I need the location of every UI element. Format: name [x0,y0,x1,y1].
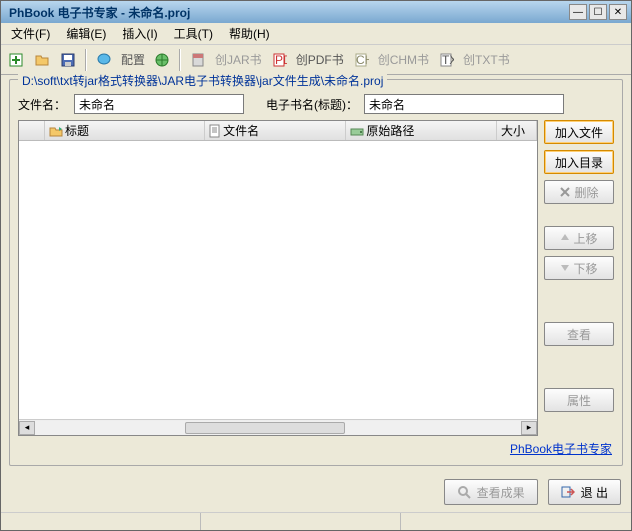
exit-button[interactable]: 退 出 [548,479,621,505]
config-label[interactable]: 配置 [119,51,147,68]
move-down-button[interactable]: 下移 [544,256,614,280]
new-button[interactable] [5,49,27,71]
chm-icon[interactable]: CHM [350,49,372,71]
down-arrow-icon [560,263,570,273]
preview-button[interactable]: 查看 [544,322,614,346]
window-controls: — ☐ ✕ [569,4,627,20]
create-jar-label[interactable]: 创JAR书 [213,51,264,68]
side-buttons: 加入文件 加入目录 删除 上移 下移 [544,120,614,436]
menu-tools[interactable]: 工具(T) [168,23,219,44]
table-header: 标题 文件名 原始路径 大小 [19,121,537,141]
menu-edit[interactable]: 编辑(E) [60,23,112,44]
col-index[interactable] [19,121,45,140]
menu-bar: 文件(F) 编辑(E) 插入(I) 工具(T) 帮助(H) [1,23,631,45]
col-size[interactable]: 大小 [497,121,537,140]
delete-icon [559,186,571,198]
folder-arrow-icon [49,124,63,138]
form-row: 文件名： 电子书名(标题)： [18,94,614,114]
save-button[interactable] [57,49,79,71]
menu-help[interactable]: 帮助(H) [223,23,276,44]
book-title-label: 电子书名(标题)： [266,96,358,113]
toolbar-separator [85,49,87,71]
search-icon [457,485,471,499]
scroll-right-arrow[interactable]: ▸ [521,421,537,435]
add-dir-button[interactable]: 加入目录 [544,150,614,174]
status-bar [1,512,631,530]
txt-icon[interactable]: TXT [435,49,457,71]
maximize-button[interactable]: ☐ [589,4,607,20]
scroll-track[interactable] [35,421,521,435]
pdf-icon[interactable]: PDF [268,49,290,71]
phbook-link[interactable]: PhBook电子书专家 [510,442,612,456]
view-results-button[interactable]: 查看成果 [444,479,538,505]
project-group: D:\soft\txt转jar格式转换器\JAR电子书转换器\jar文件生成\未… [9,79,623,466]
up-arrow-icon [560,233,570,243]
create-chm-label[interactable]: 创CHM书 [376,51,431,68]
create-txt-label[interactable]: 创TXT书 [461,51,512,68]
table-body[interactable] [19,141,537,419]
delete-button[interactable]: 删除 [544,180,614,204]
project-path: D:\soft\txt转jar格式转换器\JAR电子书转换器\jar文件生成\未… [18,72,387,89]
scroll-left-arrow[interactable]: ◂ [19,421,35,435]
exit-icon [561,485,575,499]
book-title-input[interactable] [364,94,564,114]
open-button[interactable] [31,49,53,71]
window-title: PhBook 电子书专家 - 未命名.proj [5,4,569,21]
svg-text:CHM: CHM [356,53,369,67]
chat-icon[interactable] [93,49,115,71]
file-name-input[interactable] [74,94,244,114]
toolbar: 配置 创JAR书 PDF 创PDF书 CHM 创CHM书 TXT 创TXT书 [1,45,631,75]
document-icon [209,124,221,138]
mid-section: 标题 文件名 原始路径 大小 ◂ [18,120,614,436]
col-title[interactable]: 标题 [45,121,205,140]
file-table: 标题 文件名 原始路径 大小 ◂ [18,120,538,436]
create-pdf-label[interactable]: 创PDF书 [294,51,346,68]
status-seg-1 [1,513,201,530]
link-row: PhBook电子书专家 [18,436,614,457]
menu-file[interactable]: 文件(F) [5,23,56,44]
horizontal-scrollbar[interactable]: ◂ ▸ [19,419,537,435]
body-area: D:\soft\txt转jar格式转换器\JAR电子书转换器\jar文件生成\未… [1,75,631,472]
toolbar-separator [179,49,181,71]
svg-text:PDF: PDF [275,53,287,67]
app-window: PhBook 电子书专家 - 未命名.proj — ☐ ✕ 文件(F) 编辑(E… [0,0,632,531]
move-up-button[interactable]: 上移 [544,226,614,250]
drive-icon [350,124,364,138]
bottom-bar: 查看成果 退 出 [1,472,631,512]
menu-insert[interactable]: 插入(I) [116,23,163,44]
add-file-button[interactable]: 加入文件 [544,120,614,144]
scroll-thumb[interactable] [185,422,345,434]
col-filename[interactable]: 文件名 [205,121,346,140]
status-seg-2 [201,513,401,530]
properties-button[interactable]: 属性 [544,388,614,412]
status-seg-3 [401,513,631,530]
col-path[interactable]: 原始路径 [346,121,497,140]
svg-text:TXT: TXT [442,53,454,67]
jar-icon[interactable] [187,49,209,71]
title-bar: PhBook 电子书专家 - 未命名.proj — ☐ ✕ [1,1,631,23]
close-button[interactable]: ✕ [609,4,627,20]
file-name-label: 文件名： [18,96,68,113]
globe-icon[interactable] [151,49,173,71]
minimize-button[interactable]: — [569,4,587,20]
